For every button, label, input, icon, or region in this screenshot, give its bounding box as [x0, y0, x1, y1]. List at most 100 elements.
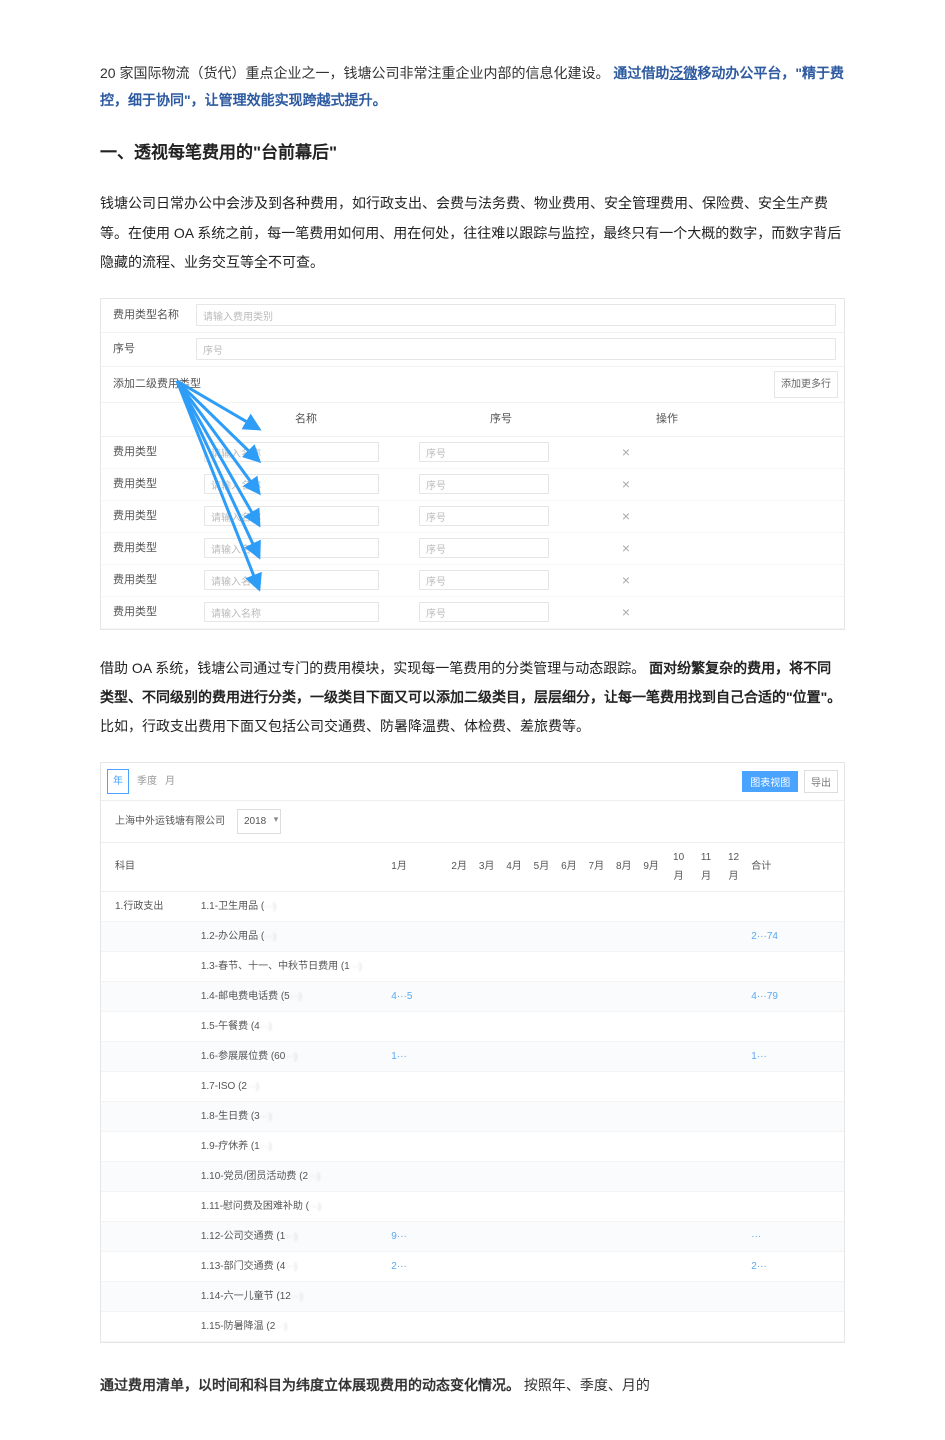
- row-total-value: 4···79: [751, 991, 778, 1002]
- col-m12: 12月: [720, 843, 747, 892]
- row-name-input[interactable]: 请输入名称: [204, 506, 379, 526]
- col-m5: 5月: [528, 843, 555, 892]
- row-subject: [101, 1161, 197, 1191]
- year-select[interactable]: 2018: [237, 809, 281, 834]
- blurred-amount: ···): [264, 901, 276, 911]
- col-m10: 10月: [665, 843, 692, 892]
- expense-list-row: 1.6-参展展位费 (60···)1···1···: [101, 1041, 844, 1071]
- row-seq-input[interactable]: 序号: [419, 442, 549, 462]
- row-subject: [101, 1221, 197, 1251]
- row-subject: [101, 981, 197, 1011]
- close-icon[interactable]: ×: [619, 605, 633, 619]
- col-m6: 6月: [555, 843, 582, 892]
- company-name: 上海中外运钱塘有限公司: [115, 812, 225, 831]
- close-icon[interactable]: ×: [619, 477, 633, 491]
- add-more-rows-button[interactable]: 添加更多行: [774, 371, 838, 398]
- col-m8: 8月: [610, 843, 637, 892]
- close-icon[interactable]: ×: [619, 573, 633, 587]
- row-jan-value: 2···: [391, 1261, 407, 1272]
- expense-list-row: 1.2-办公用品 (···)2···74: [101, 921, 844, 951]
- col-m2: 2月: [445, 843, 472, 892]
- row-item-name: 1.13-部门交通费 (4···): [197, 1251, 387, 1281]
- blurred-amount: ···): [308, 1171, 320, 1181]
- row-subject: [101, 1281, 197, 1311]
- row-subject: 1.行政支出: [101, 891, 197, 921]
- section-1-title: 一、透视每笔费用的"台前幕后": [100, 137, 845, 169]
- blurred-amount: ···): [285, 1231, 297, 1241]
- export-button[interactable]: 导出: [804, 770, 838, 793]
- expense-type-row: 费用类型请输入名称 序号 ×: [101, 597, 844, 629]
- row-subject: [101, 1011, 197, 1041]
- expense-type-form-screenshot: 费用类型名称 请输入费用类别 序号 序号 添加二级费用类型 添加更多行 名称 序…: [100, 298, 845, 630]
- blurred-amount: ···): [260, 1141, 272, 1151]
- close-icon[interactable]: ×: [619, 445, 633, 459]
- blurred-amount: ···): [247, 1081, 259, 1091]
- row-subject: [101, 921, 197, 951]
- close-icon[interactable]: ×: [619, 509, 633, 523]
- col-op-header: 操作: [586, 409, 844, 430]
- expense-list-screenshot: 年 季度 月 图表视图 导出 上海中外运钱塘有限公司 2018 科目 1月 2月…: [100, 762, 845, 1343]
- expense-list-row: 1.14-六一儿童节 (12···): [101, 1281, 844, 1311]
- row-jan-value: 4···5: [391, 991, 412, 1002]
- row-jan-value: 1···: [391, 1051, 407, 1062]
- expense-list-row: 1.3-春节、十一、中秋节日费用 (1···): [101, 951, 844, 981]
- tab-quarter[interactable]: 季度: [137, 772, 157, 791]
- blurred-amount: ···): [290, 991, 302, 1001]
- blurred-amount: ···): [285, 1261, 297, 1271]
- seq-input[interactable]: 序号: [196, 338, 836, 360]
- tab-year[interactable]: 年: [107, 769, 129, 794]
- paragraph-1: 钱塘公司日常办公中会涉及到各种费用，如行政支出、会费与法务费、物业费用、安全管理…: [100, 189, 845, 277]
- row-name-input[interactable]: 请输入名称: [204, 538, 379, 558]
- row-seq-input[interactable]: 序号: [419, 474, 549, 494]
- row-item-name: 1.5-午餐费 (4···): [197, 1011, 387, 1041]
- row-name-input[interactable]: 请输入名称: [204, 474, 379, 494]
- row-item-name: 1.1-卫生用品 (···): [197, 891, 387, 921]
- para2-prefix: 借助 OA 系统，钱塘公司通过专门的费用模块，实现每一笔费用的分类管理与动态跟踪…: [100, 660, 645, 676]
- expense-list-row: 1.12-公司交通费 (1···)9······: [101, 1221, 844, 1251]
- row-item-name: 1.14-六一儿童节 (12···): [197, 1281, 387, 1311]
- row-seq-input[interactable]: 序号: [419, 538, 549, 558]
- row-subject: [101, 1191, 197, 1221]
- row-label: 费用类型: [101, 538, 196, 559]
- row-total-value: 2···74: [751, 931, 778, 942]
- col-jan: 1月: [387, 843, 445, 892]
- close-icon[interactable]: ×: [619, 541, 633, 555]
- row-seq-input[interactable]: 序号: [419, 602, 549, 622]
- row-name-input[interactable]: 请输入名称: [204, 442, 379, 462]
- add-secondary-label: 添加二级费用类型: [101, 374, 196, 395]
- blurred-amount: ···): [285, 1051, 297, 1061]
- row-name-input[interactable]: 请输入名称: [204, 602, 379, 622]
- row-subject: [101, 1041, 197, 1071]
- row-subject: [101, 1131, 197, 1161]
- row-item-name: 1.6-参展展位费 (60···): [197, 1041, 387, 1071]
- expense-list-row: 1.9-疗休养 (1···): [101, 1131, 844, 1161]
- tab-month[interactable]: 月: [165, 772, 175, 791]
- blurred-amount: ···): [291, 1291, 303, 1301]
- row-seq-input[interactable]: 序号: [419, 570, 549, 590]
- row-name-input[interactable]: 请输入名称: [204, 570, 379, 590]
- expense-type-name-input[interactable]: 请输入费用类别: [196, 304, 836, 326]
- intro-bold1: 通过借助: [613, 65, 669, 81]
- row-label: 费用类型: [101, 602, 196, 623]
- row-item-name: 1.4-邮电费电话费 (5···): [197, 981, 387, 1011]
- list-header-row: 科目 1月 2月 3月 4月 5月 6月 7月 8月 9月 10月 11月 12…: [101, 843, 844, 892]
- fanwei-link[interactable]: 泛微: [669, 65, 697, 81]
- col-m3: 3月: [473, 843, 500, 892]
- col-seq-header: 序号: [416, 409, 586, 430]
- expense-type-name-label: 费用类型名称: [101, 305, 196, 326]
- row-label: 费用类型: [101, 474, 196, 495]
- expense-type-row: 费用类型请输入名称 序号 ×: [101, 565, 844, 597]
- row-subject: [101, 1101, 197, 1131]
- row-seq-input[interactable]: 序号: [419, 506, 549, 526]
- row-subject: [101, 1071, 197, 1101]
- col-name-header: 名称: [196, 409, 416, 430]
- chart-view-button[interactable]: 图表视图: [742, 771, 798, 792]
- row-label: 费用类型: [101, 570, 196, 591]
- expense-list-row: 1.7-ISO (2···): [101, 1071, 844, 1101]
- row-jan-value: 9···: [391, 1231, 407, 1242]
- expense-list-row: 1.行政支出1.1-卫生用品 (···): [101, 891, 844, 921]
- col-m11: 11月: [692, 843, 719, 892]
- expense-type-row: 费用类型请输入名称序号×: [101, 501, 844, 533]
- intro-paragraph: 20 家国际物流（货代）重点企业之一，钱塘公司非常注重企业内部的信息化建设。 通…: [100, 60, 845, 113]
- blurred-amount: ···): [309, 1201, 321, 1211]
